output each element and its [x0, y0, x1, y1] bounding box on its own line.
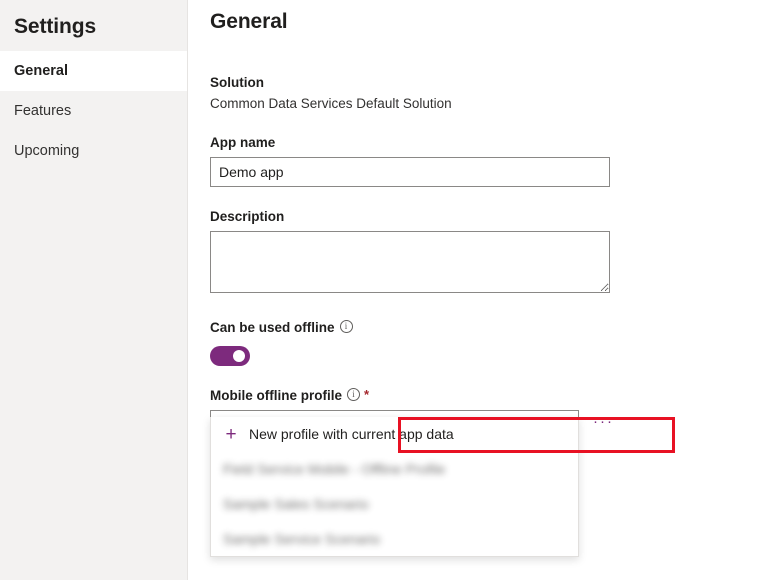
- sidebar-nav-list: General Features Upcoming: [0, 51, 187, 171]
- settings-page: Settings General Features Upcoming Gener…: [0, 0, 765, 580]
- can-be-used-offline-toggle[interactable]: [210, 346, 250, 366]
- sidebar-item-label: General: [14, 63, 68, 79]
- dropdown-item-label: Sample Sales Scenario: [223, 496, 369, 512]
- sidebar-item-features[interactable]: Features: [0, 91, 187, 131]
- description-textarea[interactable]: [210, 231, 610, 293]
- list-item[interactable]: Field Service Mobile - Offline Profile: [211, 451, 578, 486]
- dropdown-item-label: Field Service Mobile - Offline Profile: [223, 461, 445, 477]
- dropdown-item-label: New profile with current app data: [249, 426, 454, 442]
- sidebar-item-upcoming[interactable]: Upcoming: [0, 131, 187, 171]
- description-label: Description: [210, 208, 765, 226]
- sidebar-title: Settings: [0, 0, 187, 41]
- page-title: General: [210, 0, 765, 36]
- app-name-input[interactable]: [210, 157, 610, 187]
- mobile-offline-profile-dropdown: + New profile with current app data Fiel…: [210, 417, 579, 557]
- sidebar: Settings General Features Upcoming: [0, 0, 188, 580]
- sidebar-item-label: Upcoming: [14, 143, 79, 159]
- main-content: General Solution Common Data Services De…: [188, 0, 765, 580]
- info-icon[interactable]: [347, 388, 360, 401]
- sidebar-item-label: Features: [14, 103, 71, 119]
- list-item[interactable]: Sample Sales Scenario: [211, 486, 578, 521]
- description-group: Description: [210, 208, 765, 293]
- solution-label: Solution: [210, 74, 765, 92]
- ellipsis-icon[interactable]: ···: [593, 417, 614, 433]
- mobile-offline-profile-label: Mobile offline profile *: [210, 386, 765, 405]
- solution-value: Common Data Services Default Solution: [210, 94, 765, 114]
- app-name-group: App name: [210, 134, 765, 187]
- dropdown-item-new-profile[interactable]: + New profile with current app data: [211, 417, 578, 451]
- sidebar-item-general[interactable]: General: [0, 51, 187, 91]
- solution-group: Solution Common Data Services Default So…: [210, 74, 765, 114]
- can-be-used-offline-label: Can be used offline: [210, 319, 765, 337]
- toggle-knob: [233, 350, 245, 362]
- can-be-used-offline-label-text: Can be used offline: [210, 320, 335, 335]
- dropdown-item-label: Sample Service Scenario: [223, 531, 380, 547]
- app-name-label: App name: [210, 134, 765, 152]
- mobile-offline-profile-label-text: Mobile offline profile: [210, 388, 342, 403]
- list-item[interactable]: Sample Service Scenario: [211, 521, 578, 556]
- required-asterisk: *: [364, 387, 369, 402]
- plus-icon: +: [223, 425, 239, 444]
- info-icon[interactable]: [340, 320, 353, 333]
- can-be-used-offline-group: Can be used offline: [210, 319, 765, 366]
